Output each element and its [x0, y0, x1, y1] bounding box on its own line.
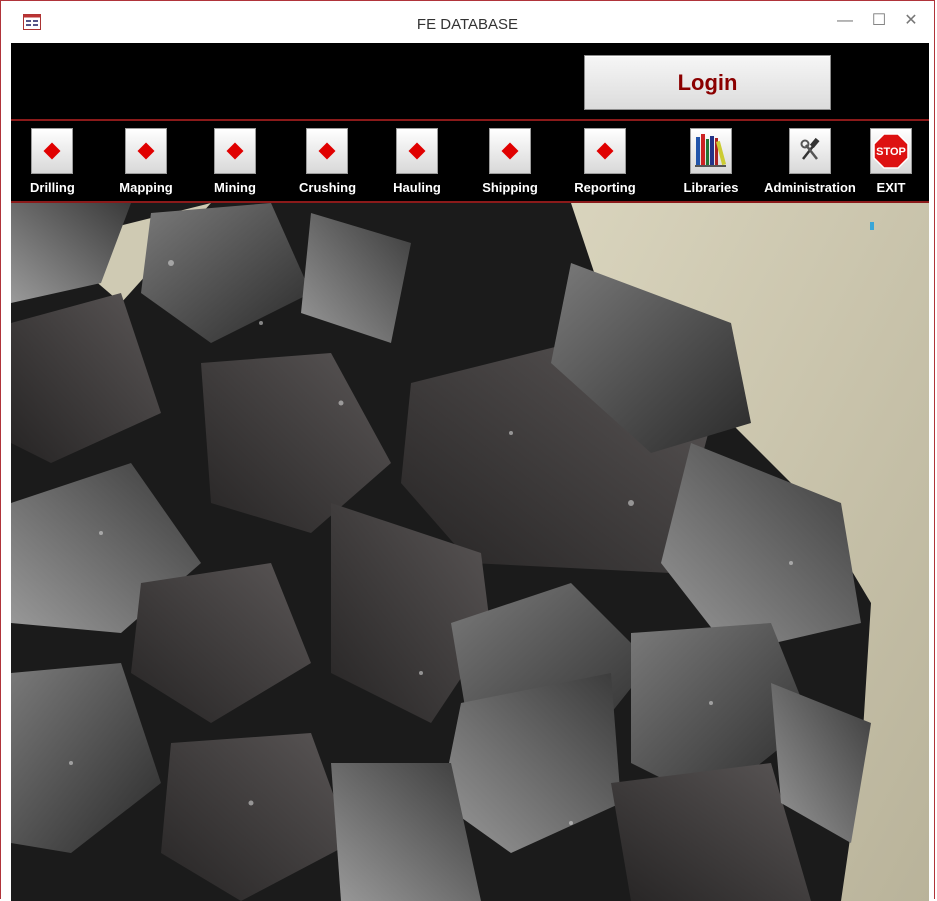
tools-icon: [789, 128, 831, 174]
mapping-button[interactable]: Mapping: [119, 128, 173, 195]
diamond-icon: [396, 128, 438, 174]
hauling-button[interactable]: Hauling: [392, 128, 442, 195]
login-button[interactable]: Login: [584, 55, 831, 110]
mapping-label: Mapping: [119, 180, 173, 195]
drilling-label: Drilling: [30, 180, 75, 195]
window-title: FE DATABASE: [416, 16, 519, 33]
diamond-icon: [489, 128, 531, 174]
stop-sign-icon: STOP: [870, 128, 912, 174]
administration-label: Administration: [764, 180, 856, 195]
main-form: Login Drilling Mapping Mining Crushing H…: [11, 43, 929, 901]
svg-text:STOP: STOP: [876, 146, 906, 158]
mining-button[interactable]: Mining: [213, 128, 257, 195]
administration-button[interactable]: Administration: [762, 128, 858, 195]
mining-label: Mining: [214, 180, 256, 195]
diamond-icon: [306, 128, 348, 174]
app-window: FE DATABASE — ☐ ✕ Login Drilling Mapping…: [0, 0, 935, 901]
libraries-label: Libraries: [683, 180, 739, 195]
diamond-icon: [125, 128, 167, 174]
maximize-button[interactable]: ☐: [867, 9, 891, 33]
diamond-icon: [584, 128, 626, 174]
exit-button[interactable]: STOP EXIT: [869, 128, 913, 195]
title-bar: FE DATABASE — ☐ ✕: [1, 1, 934, 43]
crushing-button[interactable]: Crushing: [299, 128, 357, 195]
shipping-button[interactable]: Shipping: [482, 128, 538, 195]
module-toolbar: Drilling Mapping Mining Crushing Hauling…: [11, 121, 929, 203]
small-indicator-icon: [870, 222, 874, 230]
ore-crystal-image: [11, 203, 929, 901]
header-band: Login: [11, 43, 929, 121]
diamond-icon: [214, 128, 256, 174]
close-button[interactable]: ✕: [899, 9, 923, 33]
exit-label: EXIT: [876, 180, 906, 195]
drilling-button[interactable]: Drilling: [30, 128, 75, 195]
reporting-button[interactable]: Reporting: [572, 128, 638, 195]
diamond-icon: [31, 128, 73, 174]
shipping-label: Shipping: [482, 180, 538, 195]
reporting-label: Reporting: [574, 180, 636, 195]
books-icon: [690, 128, 732, 174]
hauling-label: Hauling: [393, 180, 441, 195]
minimize-button[interactable]: —: [833, 9, 857, 33]
crushing-label: Crushing: [299, 180, 357, 195]
libraries-button[interactable]: Libraries: [682, 128, 740, 195]
